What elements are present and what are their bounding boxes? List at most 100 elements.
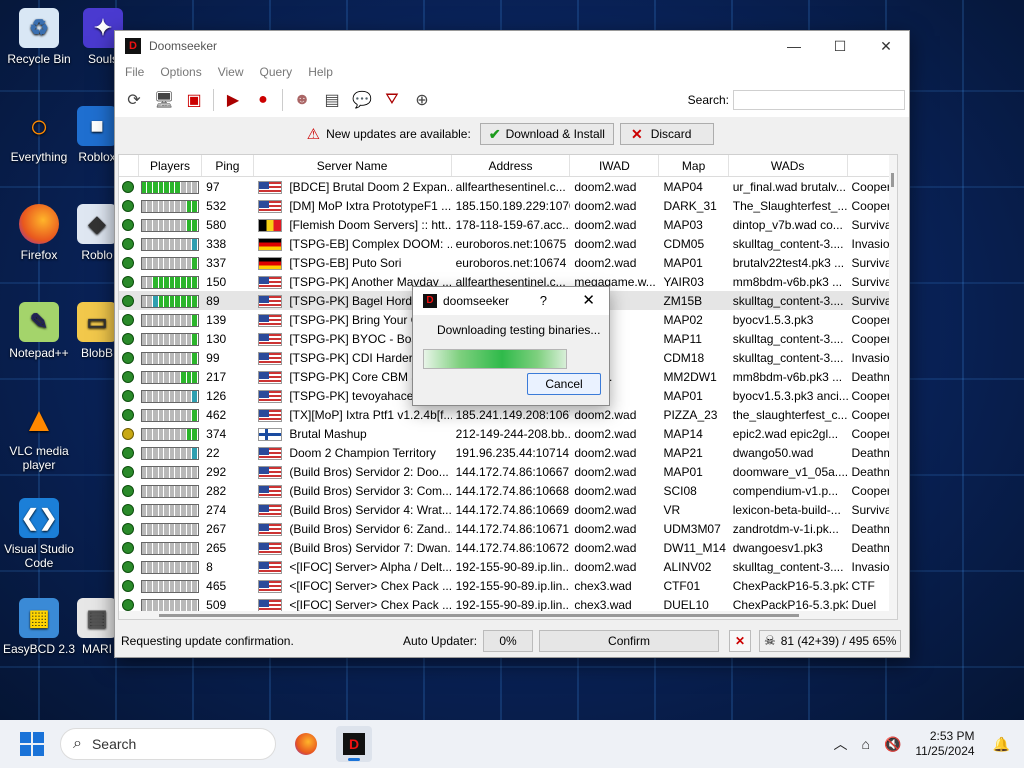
scroll-thumb[interactable] <box>159 614 799 617</box>
col-iwad[interactable]: IWAD <box>570 155 660 176</box>
everything-shortcut[interactable]: ○ Everything <box>0 106 78 164</box>
col-status[interactable] <box>119 155 139 176</box>
mari-icon: ▤ <box>77 598 117 638</box>
table-row[interactable]: 267 (Build Bros) Servidor 6: Zand... 144.1… <box>119 519 897 538</box>
table-row[interactable]: 282 (Build Bros) Servidor 3: Com... 144.17… <box>119 481 897 500</box>
country-flag-cell <box>254 331 286 346</box>
server-status-icon <box>119 465 139 479</box>
horizontal-scrollbar[interactable] <box>119 611 897 619</box>
desktop-icon-label: MARI <box>82 642 112 656</box>
iwad-cell: doom2.wad <box>574 198 637 213</box>
col-map[interactable]: Map <box>659 155 729 176</box>
minimize-icon[interactable]: — <box>771 31 817 61</box>
players-bar <box>140 313 199 327</box>
table-row[interactable]: 274 (Build Bros) Servidor 4: Wrat... 144.1… <box>119 500 897 519</box>
players-bar <box>140 446 199 460</box>
demo-icon[interactable]: ▣ <box>181 87 207 113</box>
maximize-icon[interactable]: ☐ <box>817 31 863 61</box>
refresh-icon[interactable]: ⟳ <box>121 87 147 113</box>
chevron-up-icon[interactable]: ︿ <box>833 734 847 754</box>
table-row[interactable]: 97 [BDCE] Brutal Doom 2 Expan... allfearth… <box>119 177 897 196</box>
table-row[interactable]: 462 [TX][MoP] Ixtra Ptf1 v1.2.4b[f... 185.… <box>119 405 897 424</box>
table-row[interactable]: 22 Doom 2 Champion Territory 191.96.235.44… <box>119 443 897 462</box>
chat-icon[interactable]: 💬 <box>349 87 375 113</box>
col-ping[interactable]: Ping <box>202 155 254 176</box>
table-row[interactable]: 374 Brutal Mashup 212-149-244-208.bb... doo… <box>119 424 897 443</box>
title-bar[interactable]: D Doomseeker — ☐ ✕ <box>115 31 909 61</box>
taskbar-doomseeker[interactable]: D <box>336 726 372 762</box>
col-players[interactable]: Players <box>139 155 203 176</box>
menu-view[interactable]: View <box>212 65 250 79</box>
address-cell: 192-155-90-89.ip.lin... <box>455 578 571 593</box>
server-status-icon <box>119 256 139 270</box>
col-server-name[interactable]: Server Name <box>254 155 452 176</box>
table-row[interactable]: 465 <[IFOC] Server> Chex Pack ... 192-155-… <box>119 576 897 595</box>
table-row[interactable]: 337 [TSPG-EB] Puto Sori euroboros.net:1067… <box>119 253 897 272</box>
players-bar-cell <box>139 179 202 194</box>
log-icon[interactable]: ▤ <box>319 87 345 113</box>
iwad-cell: doom2.wad <box>574 540 637 555</box>
col-address[interactable]: Address <box>452 155 571 176</box>
taskbar-search-placeholder: Search <box>91 736 137 752</box>
country-flag-cell <box>254 597 286 612</box>
menu-options[interactable]: Options <box>154 65 207 79</box>
server-icon <box>122 523 134 536</box>
table-row[interactable]: 292 (Build Bros) Servidor 2: Doo... 144.17… <box>119 462 897 481</box>
create-game-icon[interactable]: 🖥 <box>151 87 177 113</box>
players-bar <box>140 180 199 194</box>
wads-cell: lexicon-beta-build-... <box>732 502 841 517</box>
play-icon[interactable]: ▶ <box>220 87 246 113</box>
taskbar-firefox[interactable] <box>288 726 324 762</box>
players-bar <box>140 560 199 574</box>
vertical-scrollbar[interactable] <box>889 155 897 619</box>
table-row[interactable]: 580 [Flemish Doom Servers] :: htt... 178-1… <box>119 215 897 234</box>
table-row[interactable]: 532 [DM] MoP Ixtra PrototypeF1 ... 185.150… <box>119 196 897 215</box>
table-row[interactable]: 265 (Build Bros) Servidor 7: Dwan... 144.1… <box>119 538 897 557</box>
confirm-button[interactable]: Confirm <box>539 630 720 652</box>
vlc-shortcut[interactable]: ▲ VLC media player <box>0 400 78 472</box>
discard-button[interactable]: ✕ Discard <box>619 123 715 145</box>
search-input[interactable] <box>733 90 905 110</box>
taskbar-search[interactable]: ⌕ Search <box>60 728 276 760</box>
recycle-bin-shortcut[interactable]: ♻ Recycle Bin <box>0 8 78 66</box>
notepadpp-shortcut[interactable]: ✎ Notepad++ <box>0 302 78 360</box>
country-flag-icon <box>257 598 282 612</box>
menu-help[interactable]: Help <box>302 65 339 79</box>
players-bar-cell <box>139 597 202 612</box>
clock[interactable]: 2:53 PM 11/25/2024 <box>915 729 974 759</box>
server-status-icon <box>119 446 139 460</box>
player-slot <box>192 238 198 250</box>
server-status-icon <box>119 560 139 574</box>
filter-icon[interactable]: ⛛ <box>379 87 405 113</box>
easybcd-shortcut[interactable]: ▦ EasyBCD 2.3 <box>0 598 78 656</box>
network-icon[interactable]: ⌂ <box>861 736 869 752</box>
scroll-thumb[interactable] <box>891 173 894 187</box>
table-row[interactable]: 338 [TSPG-EB] Complex DOOM: ... euroboros.… <box>119 234 897 253</box>
wads-cell: dwango50.wad <box>732 445 814 460</box>
download-install-button[interactable]: ✔ Download & Install <box>479 123 614 145</box>
vscode-shortcut[interactable]: ❮❯ Visual Studio Code <box>0 498 78 570</box>
firefox-shortcut[interactable]: Firefox <box>0 204 78 262</box>
cancel-update-icon[interactable]: ✕ <box>729 630 752 652</box>
add-server-icon[interactable]: ⊕ <box>409 87 435 113</box>
buddies-icon[interactable]: ☻ <box>289 87 315 113</box>
volume-muted-icon[interactable]: 🔇 <box>884 736 901 753</box>
menu-file[interactable]: File <box>119 65 150 79</box>
notification-bell-icon[interactable]: 🔔 <box>993 736 1010 753</box>
dialog-title-bar[interactable]: D doomseeker ? ✕ <box>413 287 609 315</box>
start-icon[interactable] <box>20 732 44 756</box>
player-slot <box>192 504 198 516</box>
players-bar-cell <box>139 559 202 574</box>
table-row[interactable]: 8 <[IFOC] Server> Alpha / Delt... 192-155-… <box>119 557 897 576</box>
cancel-button[interactable]: Cancel <box>527 373 601 395</box>
col-wads[interactable]: WADs <box>729 155 848 176</box>
help-icon[interactable]: ? <box>540 293 547 308</box>
close-icon[interactable]: ✕ <box>582 291 595 309</box>
record-icon[interactable]: ● <box>250 87 276 113</box>
address-cell: 192-155-90-89.ip.lin... <box>455 559 571 574</box>
close-icon[interactable]: ✕ <box>863 31 909 61</box>
iwad-cell: doom2.wad <box>574 236 637 251</box>
menu-query[interactable]: Query <box>254 65 299 79</box>
players-bar-cell <box>139 445 202 460</box>
country-flag-cell <box>254 217 286 232</box>
